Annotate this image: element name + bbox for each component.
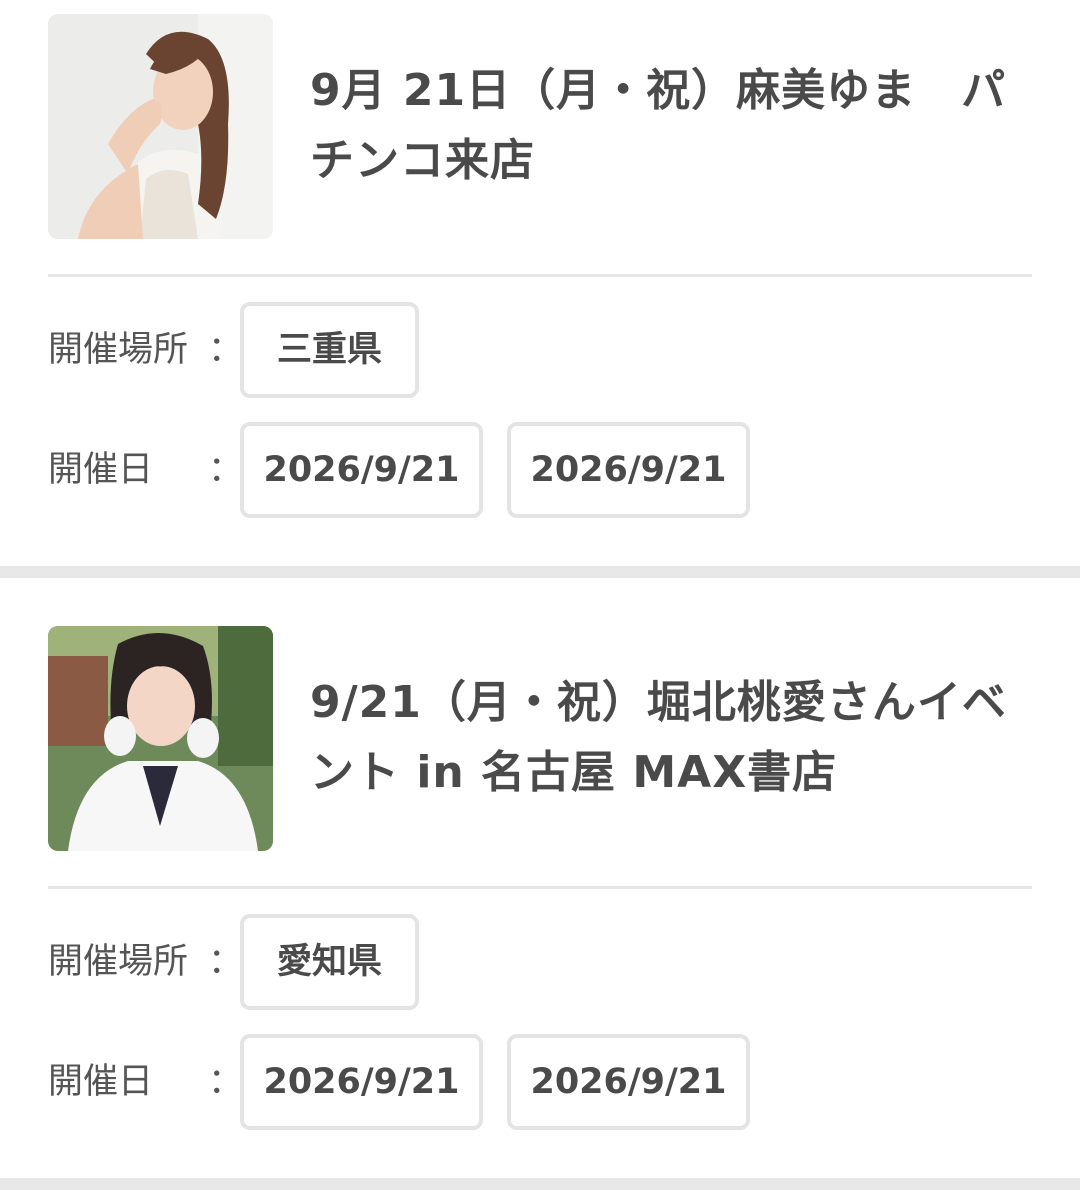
date-row: 開催日 ： 2026/9/21 2026/9/21 (48, 422, 1032, 518)
location-row: 開催場所 ： 三重県 (48, 302, 1032, 398)
portrait-image (48, 626, 273, 851)
divider (48, 886, 1032, 889)
section-separator (0, 566, 1080, 578)
prefecture-tag[interactable]: 愛知県 (240, 914, 419, 1010)
event-card[interactable]: 9/21（月・祝）堀北桃愛さんイベント in 名古屋 MAX書店 開催場所 ： … (0, 578, 1080, 1178)
divider (48, 274, 1032, 277)
prefecture-tag[interactable]: 三重県 (240, 302, 419, 398)
location-label: 開催場所 (48, 330, 189, 370)
date-tag[interactable]: 2026/9/21 (507, 1034, 750, 1130)
location-label: 開催場所 (48, 942, 189, 982)
date-label: 開催日 (48, 1062, 154, 1102)
event-thumbnail[interactable] (48, 14, 273, 239)
portrait-image (48, 14, 273, 239)
date-label: 開催日 (48, 450, 154, 490)
date-tag[interactable]: 2026/9/21 (507, 422, 750, 518)
date-tag[interactable]: 2026/9/21 (240, 422, 483, 518)
location-row: 開催場所 ： 愛知県 (48, 914, 1032, 1010)
event-title[interactable]: 9/21（月・祝）堀北桃愛さんイベント in 名古屋 MAX書店 (310, 668, 1040, 808)
event-thumbnail[interactable] (48, 626, 273, 851)
section-separator (0, 1178, 1080, 1190)
event-title[interactable]: 9月 21日（月・祝）麻美ゆま パチンコ来店 (310, 56, 1040, 196)
date-tag[interactable]: 2026/9/21 (240, 1034, 483, 1130)
colon: ： (208, 450, 244, 490)
colon: ： (208, 942, 244, 982)
date-row: 開催日 ： 2026/9/21 2026/9/21 (48, 1034, 1032, 1130)
colon: ： (208, 1062, 244, 1102)
event-card[interactable]: 9月 21日（月・祝）麻美ゆま パチンコ来店 開催場所 ： 三重県 開催日 ： … (0, 0, 1080, 566)
colon: ： (208, 330, 244, 370)
